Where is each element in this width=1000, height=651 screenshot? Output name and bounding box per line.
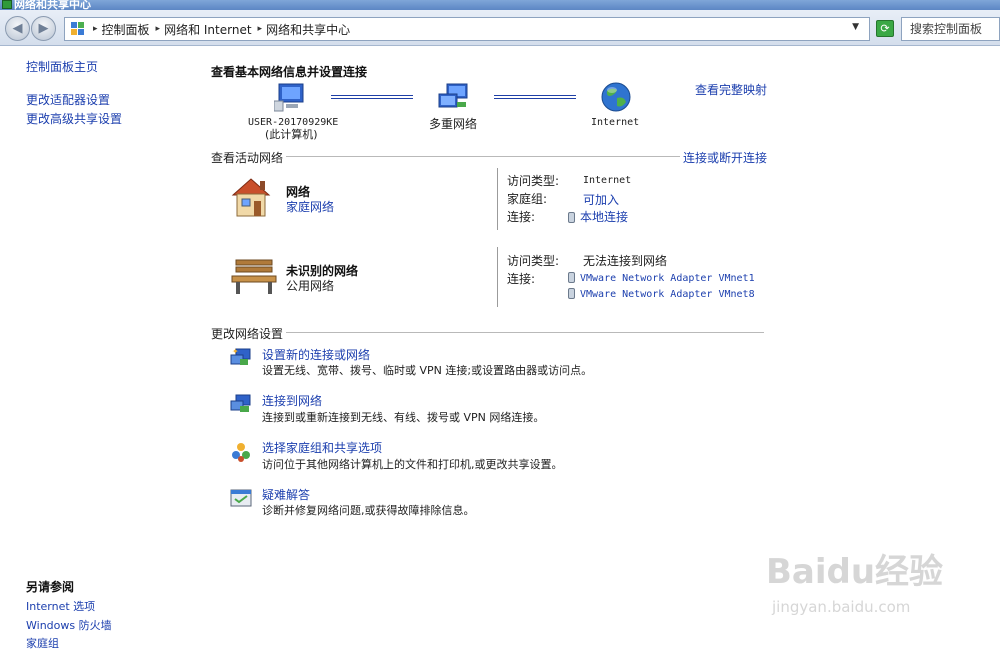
see-also-internet-options[interactable]: Internet 选项 — [26, 598, 95, 614]
network-center-icon — [2, 0, 12, 9]
back-button[interactable]: ◀ — [5, 16, 30, 41]
see-also-homegroup[interactable]: 家庭组 — [26, 635, 59, 651]
task-description: 诊断并修复网络问题,或获得故障排除信息。 — [262, 504, 475, 517]
sidebar-item-advanced-sharing[interactable]: 更改高级共享设置 — [26, 110, 122, 127]
page-title: 查看基本网络信息并设置连接 — [211, 65, 368, 79]
watermark-logo: Baidu经验 — [766, 552, 944, 592]
address-box[interactable]: ▸ 控制面板 ▸ 网络和 Internet ▸ 网络和共享中心 ▼ — [64, 17, 870, 41]
task-setup-connection[interactable]: 设置新的连接或网络 — [262, 346, 370, 363]
public-network-bench-icon — [231, 259, 277, 294]
task-description: 连接到或重新连接到无线、有线、拨号或 VPN 网络连接。 — [262, 411, 545, 424]
task-homegroup-sharing[interactable]: 选择家庭组和共享选项 — [262, 439, 382, 456]
active-networks-header: 查看活动网络 — [211, 151, 284, 165]
see-also-title: 另请参阅 — [26, 580, 75, 594]
connection-item[interactable]: 本地连接 — [568, 208, 628, 225]
change-settings-header: 更改网络设置 — [211, 327, 284, 341]
see-also-firewall[interactable]: Windows 防火墙 — [26, 617, 112, 633]
homegroup-link[interactable]: 可加入 — [583, 191, 619, 208]
connect-network-icon — [230, 394, 251, 412]
connect-disconnect-link[interactable]: 连接或断开连接 — [683, 149, 767, 166]
globe-icon — [601, 82, 631, 112]
sidebar-item-adapter-settings[interactable]: 更改适配器设置 — [26, 91, 110, 108]
ethernet-icon — [568, 272, 575, 283]
divider — [286, 156, 680, 157]
connection-line — [331, 95, 413, 99]
connections-label: 连接: — [507, 210, 536, 224]
breadcrumb-network-internet[interactable]: 网络和 Internet — [164, 21, 251, 38]
watermark-url: jingyan.baidu.com — [772, 598, 911, 616]
ethernet-icon — [568, 288, 575, 299]
ethernet-icon — [568, 212, 575, 223]
window-title: 网络和共享中心 — [14, 0, 91, 10]
control-panel-icon — [71, 22, 85, 36]
address-toolbar: ◀ ▶ ▸ 控制面板 ▸ 网络和 Internet ▸ 网络和共享中心 ▼ ⟳ … — [0, 10, 1000, 46]
access-type-label: 访问类型: — [507, 174, 560, 188]
homegroup-icon — [232, 443, 250, 462]
troubleshoot-icon — [230, 489, 252, 507]
breadcrumb-control-panel[interactable]: 控制面板 — [102, 21, 150, 38]
view-full-map-link[interactable]: 查看完整映射 — [695, 81, 767, 98]
connections-label: 连接: — [507, 272, 536, 286]
search-input[interactable]: 搜索控制面板 — [901, 17, 1000, 41]
multiple-networks-icon — [438, 83, 468, 108]
connection-item[interactable]: VMware Network Adapter VMnet8 — [568, 286, 755, 300]
task-description: 设置无线、宽带、拨号、临时或 VPN 连接;或设置路由器或访问点。 — [262, 364, 593, 377]
network-type: 公用网络 — [286, 279, 335, 293]
multiple-networks-label: 多重网络 — [429, 117, 478, 131]
title-bar: 网络和共享中心 — [0, 0, 1000, 10]
divider — [497, 168, 498, 230]
connection-link[interactable]: 本地连接 — [580, 210, 628, 224]
connection-link[interactable]: VMware Network Adapter VMnet1 — [580, 273, 755, 284]
sidebar-home-link[interactable]: 控制面板主页 — [26, 58, 98, 75]
home-network-icon — [231, 178, 271, 217]
access-type-label: 访问类型: — [507, 254, 560, 268]
connection-link[interactable]: VMware Network Adapter VMnet8 — [580, 289, 755, 300]
divider — [497, 247, 498, 307]
access-type-value: Internet — [583, 175, 632, 186]
homegroup-label: 家庭组: — [507, 192, 548, 206]
new-connection-icon: ✦ — [230, 347, 251, 365]
connection-item[interactable]: VMware Network Adapter VMnet1 — [568, 270, 755, 284]
computer-sub: (此计算机) — [265, 128, 318, 141]
chevron-right-icon[interactable]: ▸ — [258, 24, 263, 34]
task-description: 访问位于其他网络计算机上的文件和打印机,或更改共享设置。 — [262, 458, 563, 471]
internet-label: Internet — [591, 117, 640, 128]
chevron-right-icon[interactable]: ▸ — [93, 24, 98, 34]
chevron-right-icon[interactable]: ▸ — [156, 24, 161, 34]
forward-button[interactable]: ▶ — [31, 16, 56, 41]
task-troubleshoot[interactable]: 疑难解答 — [262, 486, 310, 503]
chevron-down-icon[interactable]: ▼ — [852, 22, 859, 32]
computer-icon — [274, 83, 304, 112]
task-connect-to-network[interactable]: 连接到网络 — [262, 392, 322, 409]
access-type-value: 无法连接到网络 — [583, 254, 668, 268]
divider — [286, 332, 764, 333]
breadcrumb-network-center[interactable]: 网络和共享中心 — [266, 21, 350, 38]
svg-text:✦: ✦ — [232, 347, 239, 356]
network-type-link[interactable]: 家庭网络 — [286, 198, 334, 215]
connection-line — [494, 95, 576, 99]
refresh-icon[interactable]: ⟳ — [876, 20, 894, 37]
